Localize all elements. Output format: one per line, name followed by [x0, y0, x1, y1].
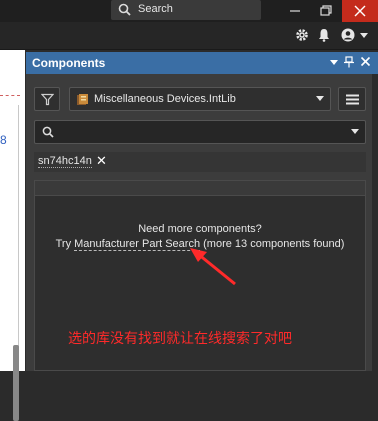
- found-count-text: (more 13 components found): [200, 238, 345, 250]
- funnel-icon: [41, 93, 54, 106]
- user-icon[interactable]: [341, 28, 355, 42]
- library-icon: [77, 94, 88, 105]
- bell-icon[interactable]: [318, 28, 330, 42]
- pin-icon[interactable]: [344, 56, 354, 68]
- close-icon: [354, 5, 366, 17]
- library-dropdown[interactable]: Miscellaneous Devices.IntLib: [69, 87, 331, 111]
- hamburger-icon: [346, 94, 359, 105]
- need-more-text: Need more components?: [138, 223, 262, 235]
- editor-scrollbar[interactable]: [13, 345, 19, 421]
- app-toolbar: [0, 22, 378, 50]
- close-button[interactable]: [342, 0, 378, 22]
- global-search-label: Search: [138, 3, 173, 15]
- title-bar: Search: [0, 0, 378, 22]
- annotation-text: 选的库没有找到就让在线搜索了对吧: [68, 331, 292, 347]
- panel-title: Components: [32, 56, 106, 70]
- minimize-icon: [290, 10, 300, 12]
- search-icon: [42, 126, 54, 138]
- filter-chip: sn74hc14n: [38, 155, 92, 168]
- gear-icon[interactable]: [295, 28, 309, 42]
- minimize-button[interactable]: [280, 0, 310, 22]
- manufacturer-part-search-link[interactable]: Manufacturer Part Search: [74, 238, 201, 251]
- restore-icon: [320, 5, 332, 16]
- schematic-border: [18, 105, 19, 355]
- filter-chip-row: sn74hc14n ✕: [34, 152, 366, 172]
- schematic-wire: [0, 95, 20, 97]
- chevron-down-icon: [316, 96, 324, 101]
- editor-digit: 8: [0, 133, 7, 147]
- maximize-button[interactable]: [312, 0, 342, 22]
- global-search-box[interactable]: Search: [111, 0, 261, 20]
- panel-edge: [372, 74, 378, 371]
- results-header: [35, 181, 365, 196]
- search-icon: [118, 3, 131, 16]
- try-line: Try Manufacturer Part Search (more 13 co…: [35, 238, 365, 251]
- library-name: Miscellaneous Devices.IntLib: [94, 93, 236, 105]
- panel-close-icon[interactable]: [360, 56, 371, 67]
- editor-area[interactable]: 8: [0, 50, 25, 421]
- filter-button[interactable]: [34, 87, 60, 111]
- component-search-input[interactable]: [34, 120, 366, 144]
- chevron-down-icon[interactable]: [360, 33, 368, 38]
- chevron-down-icon[interactable]: [351, 129, 359, 134]
- panel-header: Components: [26, 52, 378, 74]
- remove-filter-icon[interactable]: ✕: [96, 153, 107, 169]
- panel-menu-icon[interactable]: [330, 60, 338, 65]
- try-prefix: Try: [55, 238, 75, 250]
- components-panel: Components Miscellaneous Devices.IntLib: [26, 52, 378, 371]
- panel-options-button[interactable]: [338, 87, 366, 111]
